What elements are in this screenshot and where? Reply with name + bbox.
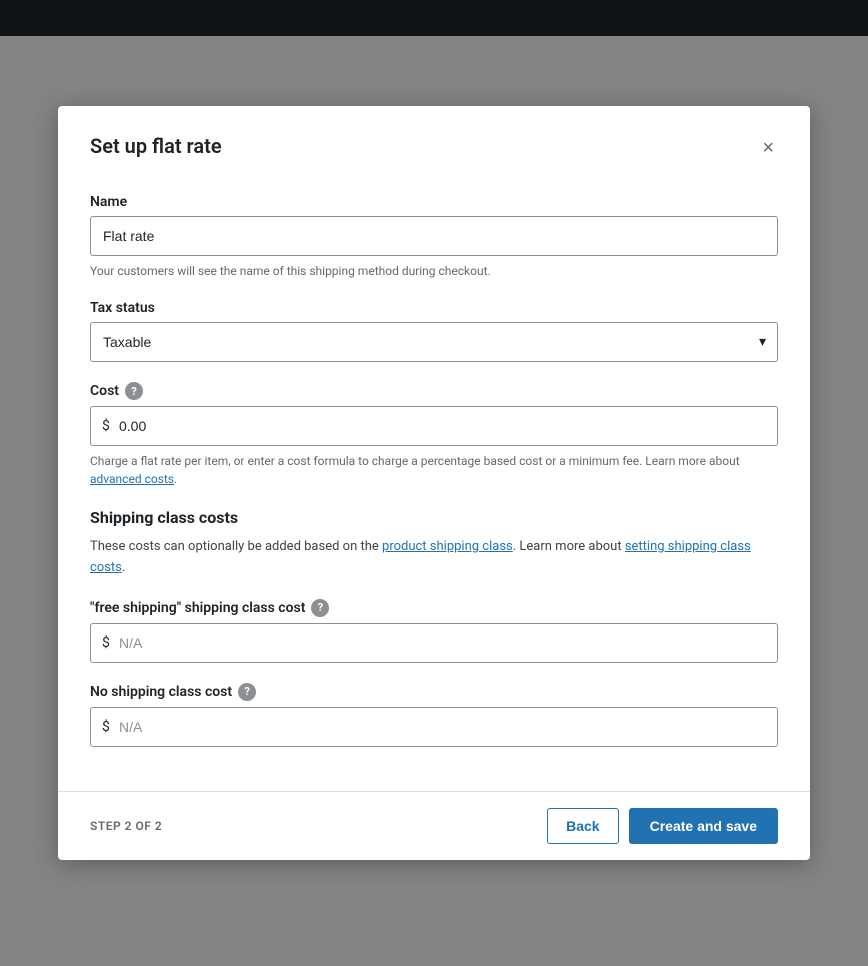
- cost-field-group: Cost ? $ Charge a flat rate per item, or…: [90, 382, 778, 488]
- name-field-group: Name Your customers will see the name of…: [90, 194, 778, 280]
- modal-dialog: Set up flat rate × Name Your customers w…: [58, 106, 810, 860]
- tax-status-label: Tax status: [90, 300, 778, 316]
- no-shipping-label: No shipping class cost ?: [90, 683, 778, 701]
- free-shipping-prefix: $: [102, 635, 110, 651]
- no-shipping-prefix: $: [102, 719, 110, 735]
- modal-overlay: Set up flat rate × Name Your customers w…: [0, 0, 868, 966]
- cost-prefix: $: [102, 418, 110, 434]
- modal-body: Name Your customers will see the name of…: [58, 178, 810, 791]
- free-shipping-help-icon[interactable]: ?: [311, 599, 329, 617]
- step-indicator: STEP 2 OF 2: [90, 819, 162, 833]
- cost-label: Cost ?: [90, 382, 778, 400]
- free-shipping-label: "free shipping" shipping class cost ?: [90, 599, 778, 617]
- name-label: Name: [90, 194, 778, 210]
- name-input[interactable]: [90, 216, 778, 256]
- shipping-class-section: Shipping class costs These costs can opt…: [90, 508, 778, 579]
- back-button[interactable]: Back: [547, 808, 618, 844]
- cost-help-icon[interactable]: ?: [125, 382, 143, 400]
- tax-status-field-group: Tax status Taxable None ▾: [90, 300, 778, 362]
- no-shipping-input-wrapper: $: [90, 707, 778, 747]
- product-shipping-class-link[interactable]: product shipping class: [382, 539, 513, 554]
- no-shipping-help-icon[interactable]: ?: [238, 683, 256, 701]
- modal-header: Set up flat rate ×: [58, 106, 810, 178]
- cost-hint: Charge a flat rate per item, or enter a …: [90, 452, 778, 488]
- free-shipping-class-group: "free shipping" shipping class cost ? $: [90, 599, 778, 663]
- create-and-save-button[interactable]: Create and save: [629, 808, 778, 844]
- tax-status-select[interactable]: Taxable None: [90, 322, 778, 362]
- modal-footer: STEP 2 OF 2 Back Create and save: [58, 791, 810, 860]
- free-shipping-input-wrapper: $: [90, 623, 778, 663]
- shipping-class-heading: Shipping class costs: [90, 508, 778, 527]
- footer-actions: Back Create and save: [547, 808, 778, 844]
- shipping-class-intro: These costs can optionally be added base…: [90, 537, 778, 579]
- close-button[interactable]: ×: [758, 134, 778, 162]
- free-shipping-input[interactable]: [90, 623, 778, 663]
- tax-status-select-wrapper: Taxable None ▾: [90, 322, 778, 362]
- cost-input-wrapper: $: [90, 406, 778, 446]
- modal-title: Set up flat rate: [90, 134, 222, 158]
- advanced-costs-link[interactable]: advanced costs: [90, 472, 174, 486]
- cost-input[interactable]: [90, 406, 778, 446]
- name-hint: Your customers will see the name of this…: [90, 262, 778, 280]
- no-shipping-input[interactable]: [90, 707, 778, 747]
- no-shipping-class-group: No shipping class cost ? $: [90, 683, 778, 747]
